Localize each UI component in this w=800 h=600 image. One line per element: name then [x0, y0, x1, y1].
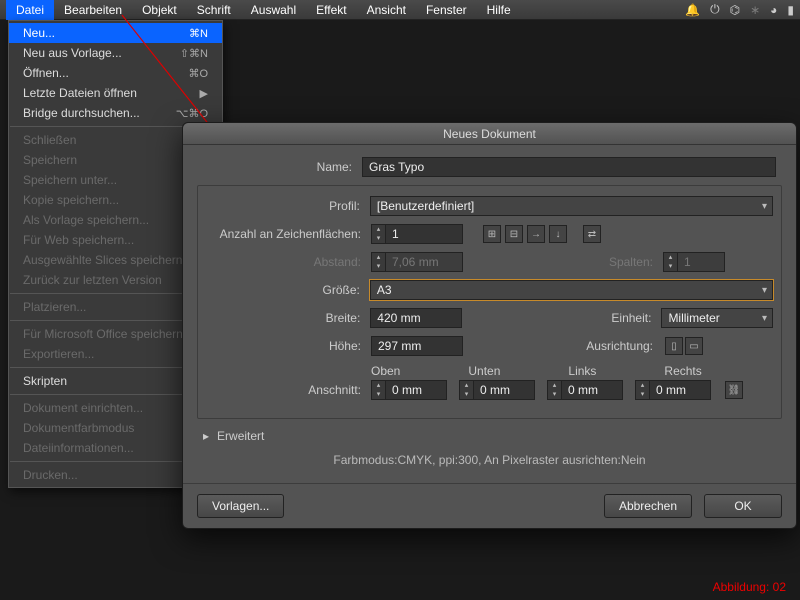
erweitert-toggle[interactable]: Erweitert: [217, 429, 264, 443]
chevron-right-icon[interactable]: ▸: [203, 429, 209, 443]
menu-objekt[interactable]: Objekt: [132, 0, 187, 20]
dropbox-icon: ⌬: [730, 3, 740, 17]
abstand-label: Abstand:: [206, 255, 371, 269]
breite-input[interactable]: [370, 308, 462, 328]
mode-summary: Farbmodus:CMYK, ppi:300, An Pixelraster …: [197, 453, 782, 467]
new-document-dialog: Neues Dokument Name: Profil: [Benutzerde…: [182, 122, 797, 529]
menu-auswahl[interactable]: Auswahl: [241, 0, 306, 20]
bleed-bottom-input[interactable]: [473, 380, 535, 400]
oben-label: Oben: [371, 364, 400, 378]
groesse-label: Größe:: [206, 283, 370, 297]
rechts-label: Rechts: [664, 364, 701, 378]
links-label: Links: [568, 364, 596, 378]
wifi-icon: ◕: [770, 3, 777, 17]
hoehe-label: Höhe:: [206, 339, 371, 353]
menu-neu-vorlage[interactable]: Neu aus Vorlage...⇧⌘N: [9, 43, 222, 63]
name-input[interactable]: [362, 157, 776, 177]
arrange-right-icon[interactable]: →: [527, 225, 545, 243]
unten-label: Unten: [468, 364, 500, 378]
grid-by-col-icon[interactable]: ⊟: [505, 225, 523, 243]
artboards-label: Anzahl an Zeichenflächen:: [206, 227, 371, 241]
link-bleed-icon[interactable]: ⛓: [725, 381, 743, 399]
system-tray: 🔔 ⏻ ⌬ ∗ ◕ ▮: [685, 2, 794, 17]
landscape-icon[interactable]: ▭: [685, 337, 703, 355]
menu-letzte[interactable]: Letzte Dateien öffnen▶: [9, 83, 222, 103]
bleed-left-input[interactable]: [561, 380, 623, 400]
anschnitt-label: Anschnitt:: [206, 383, 371, 397]
ok-button[interactable]: OK: [704, 494, 782, 518]
rtl-icon[interactable]: ⇄: [583, 225, 601, 243]
artboards-input[interactable]: [385, 224, 463, 244]
name-label: Name:: [197, 160, 362, 174]
einheit-label: Einheit:: [462, 311, 661, 325]
breite-label: Breite:: [206, 311, 370, 325]
ausrichtung-label: Ausrichtung:: [463, 339, 663, 353]
portrait-icon[interactable]: ▯: [665, 337, 683, 355]
profil-dropdown[interactable]: [Benutzerdefiniert]: [370, 196, 773, 216]
groesse-dropdown[interactable]: A3: [370, 280, 773, 300]
profil-label: Profil:: [206, 199, 370, 213]
abstand-input: [385, 252, 463, 272]
vorlagen-button[interactable]: Vorlagen...: [197, 494, 284, 518]
spalten-label: Spalten:: [463, 255, 663, 269]
menu-effekt[interactable]: Effekt: [306, 0, 356, 20]
menu-ansicht[interactable]: Ansicht: [357, 0, 416, 20]
menu-bearbeiten[interactable]: Bearbeiten: [54, 0, 132, 20]
grid-by-row-icon[interactable]: ⊞: [483, 225, 501, 243]
arrange-down-icon[interactable]: ↓: [549, 225, 567, 243]
menu-hilfe[interactable]: Hilfe: [477, 0, 521, 20]
figure-caption: Abbildung: 02: [713, 580, 786, 594]
bluetooth-icon: ∗: [750, 3, 760, 17]
menu-schrift[interactable]: Schrift: [187, 0, 241, 20]
battery-icon: ▮: [787, 3, 794, 17]
bleed-top-input[interactable]: [385, 380, 447, 400]
bell-icon: 🔔: [685, 3, 700, 17]
power-icon: ⏻: [710, 2, 720, 17]
menu-neu[interactable]: Neu...⌘N: [9, 23, 222, 43]
menu-bridge[interactable]: Bridge durchsuchen...⌥⌘O: [9, 103, 222, 123]
menubar: Datei Bearbeiten Objekt Schrift Auswahl …: [0, 0, 800, 20]
menu-datei[interactable]: Datei: [6, 0, 54, 20]
hoehe-input[interactable]: [371, 336, 463, 356]
spalten-input: [677, 252, 725, 272]
menu-fenster[interactable]: Fenster: [416, 0, 477, 20]
einheit-dropdown[interactable]: Millimeter: [661, 308, 773, 328]
dialog-title: Neues Dokument: [183, 123, 796, 145]
menu-oeffnen[interactable]: Öffnen...⌘O: [9, 63, 222, 83]
bleed-right-input[interactable]: [649, 380, 711, 400]
abbrechen-button[interactable]: Abbrechen: [604, 494, 692, 518]
